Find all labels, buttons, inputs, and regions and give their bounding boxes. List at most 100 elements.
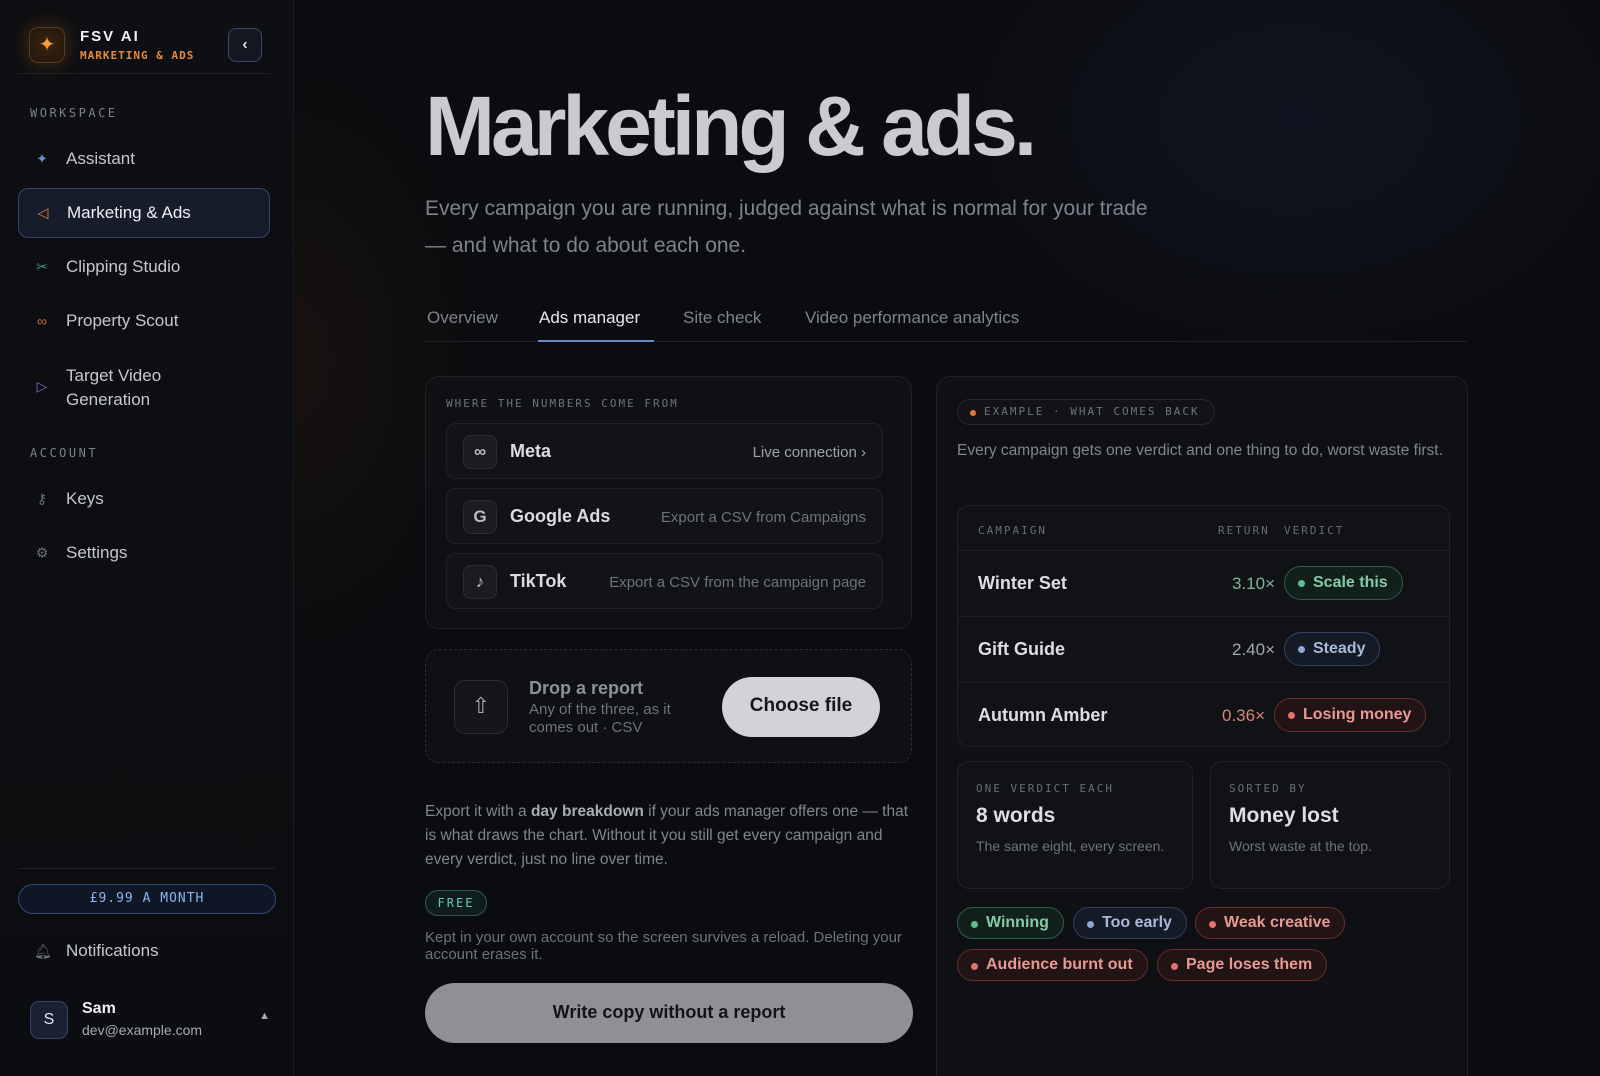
sidebar-item-label: Target Video Generation [66, 366, 162, 409]
table-row: Autumn Amber 0.36× Losing money [958, 682, 1449, 746]
sidebar-item-assistant[interactable]: ✦ Assistant [18, 134, 270, 184]
sidebar-item-label: Marketing & Ads [67, 203, 191, 222]
sparkle-logo-icon: ✦ [29, 27, 65, 63]
brand: ✦ FSV AI MARKETING & ADS ‹ [18, 20, 270, 74]
user-menu[interactable]: S Sam dev@example.com ▲ [30, 998, 276, 1042]
tab-overview[interactable]: Overview [427, 308, 498, 328]
drop-title: Drop a report [529, 678, 644, 698]
example-pill: EXAMPLE · WHAT COMES BACK [957, 399, 1215, 425]
verdict-badge: Scale this [1284, 566, 1403, 600]
play-icon: ▷ [36, 378, 48, 394]
gear-icon: ⚙ [35, 544, 49, 561]
key-icon: ⚷ [36, 490, 48, 507]
sidebar-item-clipping-studio[interactable]: ✂ Clipping Studio [18, 242, 270, 292]
stat-value: 8 words [976, 804, 1056, 827]
page-title: Marketing & ads. [425, 79, 1037, 173]
sidebar-item-label: Assistant [66, 149, 135, 168]
sidebar-item-label: Clipping Studio [66, 257, 181, 276]
sidebar-item-property-scout[interactable]: ∞ Property Scout [18, 296, 270, 346]
stat-card-sorted-by: SORTED BY Money lost Worst waste at the … [1210, 761, 1450, 889]
verdict-tag: Audience burnt out [957, 949, 1148, 981]
binoculars-icon: ∞ [37, 313, 47, 329]
header-verdict: VERDICT [1284, 524, 1345, 537]
source-name: TikTok [510, 571, 567, 591]
sources-label: WHERE THE NUMBERS COME FROM [446, 397, 679, 410]
sidebar-item-keys[interactable]: ⚷ Keys [18, 474, 270, 524]
stat-note: The same eight, every screen. [976, 838, 1165, 854]
free-badge: FREE [425, 890, 487, 916]
sidebar: ✦ FSV AI MARKETING & ADS ‹ WORKSPACE ✦ A… [0, 0, 294, 1076]
megaphone-icon: ◁ [37, 204, 49, 221]
sidebar-item-label: Keys [66, 489, 104, 508]
google-icon: G [463, 500, 497, 534]
workspace-label: WORKSPACE [30, 106, 118, 120]
page-subtitle: Every campaign you are running, judged a… [425, 197, 1148, 257]
upload-icon: ⇧ [454, 680, 508, 734]
stat-label: ONE VERDICT EACH [976, 782, 1114, 795]
source-google-ads[interactable]: G Google Ads Export a CSV from Campaigns [446, 488, 883, 544]
source-note: Export a CSV from the campaign page [609, 574, 866, 591]
bell-icon: 🔔︎ [34, 942, 52, 959]
verdict-badge: Losing money [1274, 698, 1427, 732]
campaign-return: 2.40× [1231, 640, 1275, 659]
campaign-name: Autumn Amber [978, 705, 1108, 725]
tab-ads-manager[interactable]: Ads manager [539, 308, 640, 328]
avatar: S [30, 1001, 68, 1039]
campaign-name: Winter Set [978, 573, 1067, 593]
write-copy-button[interactable]: Write copy without a report [425, 983, 913, 1043]
header-return: RETURN [1218, 524, 1270, 537]
tab-video-performance-analytics[interactable]: Video performance analytics [805, 308, 1019, 328]
stat-card-verdict-length: ONE VERDICT EACH 8 words The same eight,… [957, 761, 1193, 889]
notifications-label: Notifications [66, 941, 159, 960]
campaign-table: CAMPAIGN RETURN VERDICT Winter Set 3.10×… [957, 505, 1450, 747]
example-description: Every campaign gets one verdict and one … [957, 442, 1443, 459]
source-name: Google Ads [510, 506, 611, 526]
tab-site-check[interactable]: Site check [683, 308, 761, 328]
sidebar-item-settings[interactable]: ⚙ Settings [18, 528, 270, 578]
account-label: ACCOUNT [30, 446, 99, 460]
tiktok-icon: ♪ [463, 565, 497, 599]
brand-name: FSV AI [80, 28, 140, 45]
choose-file-button[interactable]: Choose file [722, 677, 880, 737]
tab-bar: Overview Ads manager Site check Video pe… [425, 300, 1467, 342]
chevron-left-icon: ‹ [242, 36, 248, 53]
meta-icon: ∞ [463, 435, 497, 469]
sidebar-item-label: Settings [66, 543, 128, 562]
source-tiktok[interactable]: ♪ TikTok Export a CSV from the campaign … [446, 553, 883, 609]
divider [18, 868, 276, 869]
export-instructions: Export it with a day breakdown if your a… [425, 803, 909, 868]
sidebar-item-label: Property Scout [66, 311, 179, 330]
collapse-sidebar-button[interactable]: ‹ [228, 28, 262, 62]
main-content: Marketing & ads. Every campaign you are … [295, 0, 1600, 1076]
report-drop-zone[interactable]: ⇧ Drop a report Any of the three, as it … [425, 649, 912, 763]
chevron-right-icon: › [861, 444, 866, 461]
sidebar-item-target-video-generation[interactable]: ▷ Target Video Generation [18, 356, 248, 420]
user-name: Sam [82, 1000, 116, 1017]
active-tab-indicator [538, 340, 654, 342]
source-note: Live connection › [752, 444, 866, 461]
drop-subtitle: Any of the three, as it comes out · CSV [529, 701, 671, 736]
header-campaign: CAMPAIGN [978, 524, 1047, 537]
verdict-tag: Weak creative [1195, 907, 1346, 939]
example-card: EXAMPLE · WHAT COMES BACK Every campaign… [936, 376, 1468, 1076]
verdict-tag: Winning [957, 907, 1064, 939]
source-meta[interactable]: ∞ Meta Live connection › [446, 423, 883, 479]
brand-subtitle: MARKETING & ADS [80, 49, 195, 62]
caret-up-icon: ▲ [259, 1010, 270, 1022]
verdict-badge: Steady [1284, 632, 1381, 666]
campaign-return: 3.10× [1231, 574, 1275, 593]
sparkle-icon: ✦ [36, 150, 48, 167]
price-badge[interactable]: £9.99 A MONTH [18, 884, 276, 914]
user-email: dev@example.com [82, 1022, 203, 1038]
table-row: Winter Set 3.10× Scale this [958, 550, 1449, 616]
campaign-return: 0.36× [1221, 706, 1265, 725]
scissors-icon: ✂ [36, 258, 48, 275]
stat-note: Worst waste at the top. [1229, 838, 1372, 854]
campaign-name: Gift Guide [978, 639, 1065, 659]
storage-note: Kept in your own account so the screen s… [425, 929, 902, 963]
notifications-button[interactable]: 🔔︎ Notifications [18, 928, 276, 974]
sidebar-item-marketing-ads[interactable]: ◁ Marketing & Ads [18, 188, 270, 238]
sources-card: WHERE THE NUMBERS COME FROM ∞ Meta Live … [425, 376, 912, 629]
verdict-tag: Page loses them [1157, 949, 1328, 981]
stat-label: SORTED BY [1229, 782, 1307, 795]
